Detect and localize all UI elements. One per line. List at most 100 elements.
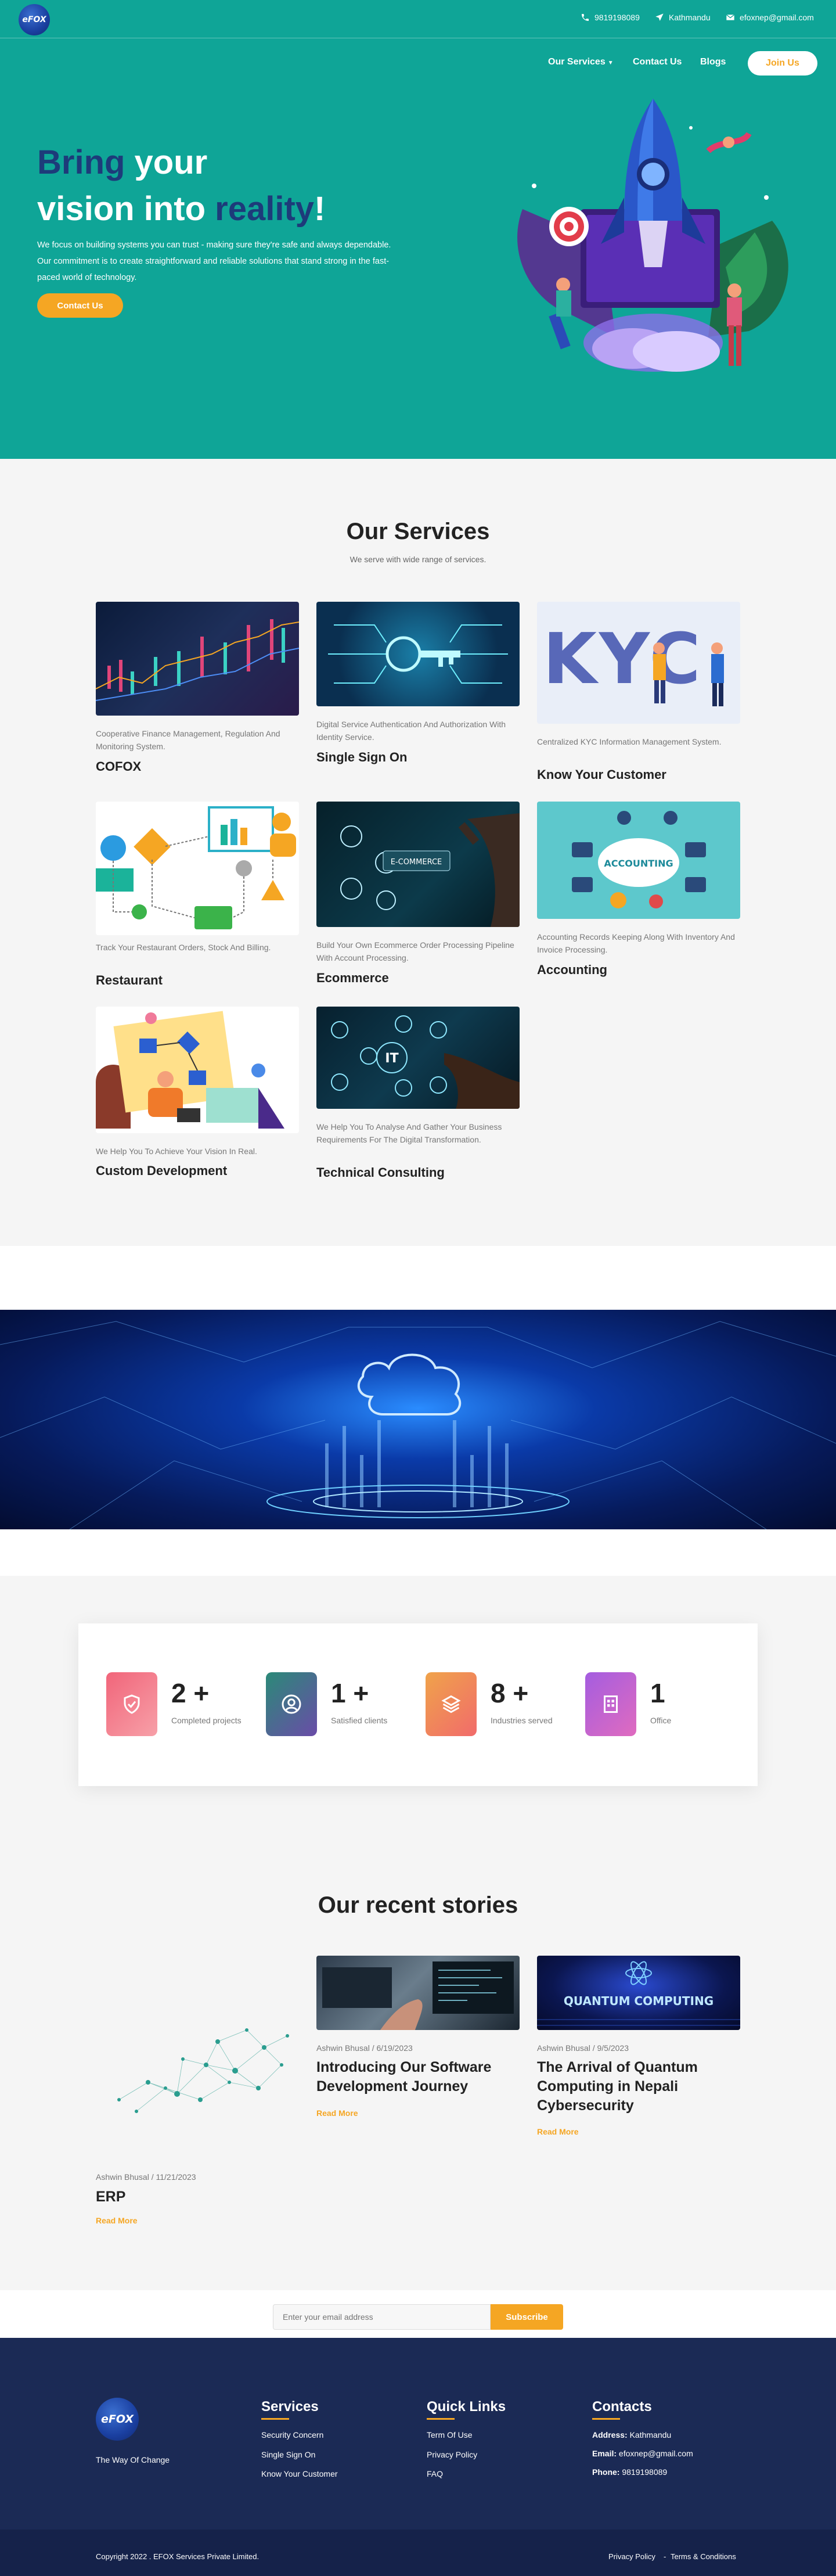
- circuit-key-image: [328, 624, 508, 684]
- service-desc-restaurant: Track Your Restaurant Orders, Stock And …: [96, 943, 271, 952]
- hero-contact-button[interactable]: Contact Us: [37, 293, 123, 318]
- story-title-software[interactable]: Introducing Our Software Development Jou…: [316, 2058, 520, 2096]
- stat-number-industries: 8 +: [491, 1678, 529, 1708]
- service-desc-kyc: Centralized KYC Information Management S…: [537, 737, 722, 746]
- laptop-code-image: [322, 1961, 514, 2030]
- top-bar: eFOX 9819198089 Kathmandu efoxnep@gmail.…: [0, 0, 836, 38]
- stat-label-industries: Industries served: [491, 1716, 553, 1725]
- spacer-band: [0, 1529, 836, 1576]
- stat-icon-industries: [426, 1672, 477, 1736]
- service-card-image-sso[interactable]: [316, 602, 520, 706]
- services-subtitle: We serve with wide range of services.: [349, 555, 487, 564]
- spacer-band: [0, 1246, 836, 1310]
- story-title-erp[interactable]: ERP: [96, 2187, 299, 2207]
- quantum-computing-image: QUANTUM COMPUTING: [537, 1961, 740, 2026]
- flowchart-image: [96, 806, 296, 929]
- copyright: Copyright 2022 . EFOX Services Private L…: [96, 2552, 260, 2561]
- location-info: Kathmandu: [655, 13, 711, 22]
- hero-description: We focus on building systems you can tru…: [37, 240, 391, 282]
- footer-link-security[interactable]: Security Concern: [261, 2430, 323, 2440]
- story-image-quantum[interactable]: QUANTUM COMPUTING: [537, 1956, 740, 2030]
- footer-link-kyc[interactable]: Know Your Customer: [261, 2469, 338, 2478]
- send-icon: [655, 13, 664, 21]
- service-title-cofox[interactable]: COFOX: [96, 759, 141, 774]
- service-card-image-kyc[interactable]: KYC: [537, 602, 740, 724]
- rocket-illustration: [517, 99, 788, 372]
- service-card-image-consulting[interactable]: IT: [316, 1007, 520, 1109]
- nav-blogs[interactable]: Blogs: [700, 57, 726, 67]
- subscribe-button[interactable]: Subscribe: [491, 2304, 563, 2330]
- mail-icon: [726, 14, 735, 20]
- service-desc-sso: Digital Service Authentication And Autho…: [316, 720, 506, 742]
- caret-down-icon: ▼: [607, 60, 614, 66]
- service-title-restaurant[interactable]: Restaurant: [96, 973, 163, 988]
- join-us-button[interactable]: Join Us: [748, 51, 817, 76]
- service-title-custom-dev[interactable]: Custom Development: [96, 1163, 227, 1179]
- footer-link-privacy[interactable]: Privacy Policy: [427, 2450, 477, 2459]
- footer-bottom-terms[interactable]: Terms & Conditions: [671, 2552, 736, 2561]
- service-desc-accounting: Accounting Records Keeping Along With In…: [537, 932, 735, 954]
- stat-number-projects: 2 +: [171, 1678, 210, 1708]
- service-title-ecommerce[interactable]: Ecommerce: [316, 971, 389, 986]
- footer-address: Address: Kathmandu: [592, 2430, 672, 2440]
- stat-number-office: 1: [650, 1678, 665, 1708]
- service-card-image-custom-dev[interactable]: [96, 1007, 299, 1133]
- accounting-image-text: ACCOUNTING: [604, 858, 673, 869]
- footer-heading-underline: [592, 2418, 620, 2420]
- service-title-accounting[interactable]: Accounting: [537, 962, 607, 978]
- service-desc-ecommerce: Build Your Own Ecommerce Order Processin…: [316, 940, 514, 962]
- custom-dev-illustration: [96, 1011, 284, 1129]
- story-title-quantum[interactable]: The Arrival of Quantum Computing in Nepa…: [537, 2058, 740, 2115]
- footer-bottom-privacy[interactable]: Privacy Policy: [608, 2552, 655, 2561]
- footer-heading-underline: [427, 2418, 455, 2420]
- service-card-image-ecommerce[interactable]: E-COMMERCE: [316, 802, 520, 927]
- ecommerce-image-text: E-COMMERCE: [391, 858, 442, 867]
- service-title-kyc[interactable]: Know Your Customer: [537, 767, 666, 782]
- service-card-image-restaurant[interactable]: [96, 802, 299, 935]
- stat-icon-projects: [106, 1672, 157, 1736]
- story-image-software[interactable]: [316, 1956, 520, 2030]
- newsletter-email-input[interactable]: [273, 2304, 491, 2330]
- story-read-more-erp[interactable]: Read More: [96, 2216, 138, 2225]
- people-illustration: [653, 642, 724, 706]
- footer-logo[interactable]: eFOX: [96, 2398, 139, 2441]
- footer-links-heading: Quick Links: [427, 2399, 506, 2415]
- cloud-tech-banner: [0, 1310, 836, 1529]
- email-info[interactable]: efoxnep@gmail.com: [726, 13, 814, 22]
- phone-icon: [582, 14, 589, 21]
- stat-number-clients: 1 +: [331, 1678, 369, 1708]
- service-title-sso[interactable]: Single Sign On: [316, 750, 407, 765]
- cloud-network-image: [0, 1321, 836, 1529]
- story-meta-software: Ashwin Bhusal / 6/19/2023: [316, 2043, 413, 2053]
- services-title: Our Services: [346, 519, 490, 544]
- nav-services-dropdown[interactable]: Our Services ▼: [548, 57, 614, 67]
- footer-tagline: The Way Of Change: [96, 2455, 170, 2464]
- service-title-consulting[interactable]: Technical Consulting: [316, 1165, 445, 1180]
- finance-chart-image: [96, 619, 299, 701]
- ecommerce-image: E-COMMERCE: [340, 813, 520, 927]
- it-image-text: IT: [385, 1051, 398, 1066]
- footer-phone[interactable]: Phone: 9819198089: [592, 2467, 667, 2477]
- footer-link-faq[interactable]: FAQ: [427, 2469, 443, 2478]
- network-nodes-image: [117, 2028, 289, 2113]
- story-image-erp[interactable]: [113, 2013, 293, 2123]
- phone-info[interactable]: 9819198089: [581, 13, 640, 22]
- footer-link-terms[interactable]: Term Of Use: [427, 2430, 473, 2440]
- footer-email[interactable]: Email: efoxnep@gmail.com: [592, 2449, 693, 2458]
- service-desc-cofox: Cooperative Finance Management, Regulati…: [96, 729, 280, 751]
- stories-title: Our recent stories: [318, 1892, 518, 1918]
- logo[interactable]: eFOX: [19, 4, 50, 35]
- hero-section: eFOX 9819198089 Kathmandu efoxnep@gmail.…: [0, 0, 836, 459]
- it-consulting-image: IT: [331, 1015, 520, 1109]
- service-card-image-accounting[interactable]: ACCOUNTING: [537, 802, 740, 919]
- story-read-more-quantum[interactable]: Read More: [537, 2127, 579, 2136]
- footer-link-sso[interactable]: Single Sign On: [261, 2450, 315, 2459]
- story-read-more-software[interactable]: Read More: [316, 2108, 358, 2118]
- service-card-image-cofox[interactable]: [96, 602, 299, 716]
- service-desc-consulting: We Help You To Analyse And Gather Your B…: [316, 1122, 502, 1144]
- nav-contact[interactable]: Contact Us: [633, 57, 682, 67]
- stat-icon-clients: [266, 1672, 317, 1736]
- layers-icon: [441, 1695, 461, 1713]
- shield-icon: [124, 1694, 140, 1714]
- story-meta-quantum: Ashwin Bhusal / 9/5/2023: [537, 2043, 629, 2053]
